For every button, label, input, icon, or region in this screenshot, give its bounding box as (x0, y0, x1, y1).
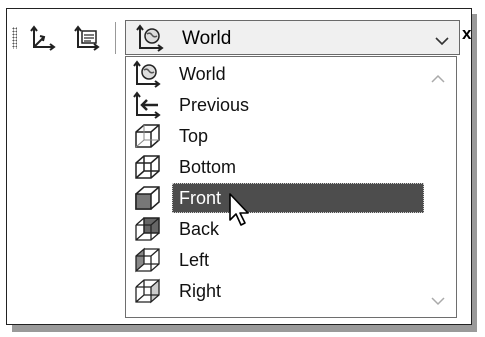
mouse-pointer-icon (226, 192, 256, 228)
ucs-toolbar: World x (6, 14, 471, 62)
right-view-icon (132, 277, 162, 305)
front-view-icon (132, 184, 162, 212)
item-label: Back (179, 219, 220, 239)
item-label: World (179, 64, 226, 84)
toolbar-separator (115, 22, 116, 54)
world-ucs-icon (132, 60, 162, 88)
list-item-left[interactable]: Left (126, 245, 426, 275)
ucs-dialog-icon[interactable] (72, 25, 100, 53)
previous-ucs-icon (132, 91, 162, 119)
list-item-right[interactable]: Right (126, 276, 426, 306)
chevron-down-icon[interactable] (435, 33, 449, 46)
left-view-icon (132, 246, 162, 274)
close-button[interactable]: x (462, 24, 471, 44)
list-item-world[interactable]: World (126, 59, 426, 89)
item-label: Bottom (179, 157, 237, 177)
named-ucs-combo[interactable]: World (125, 20, 460, 55)
item-label: Front (179, 188, 222, 208)
toolbar-grip-handle[interactable] (12, 27, 17, 49)
item-label: Top (179, 126, 209, 146)
top-view-icon (132, 122, 162, 150)
item-label: Previous (179, 95, 250, 115)
list-item-previous[interactable]: Previous (126, 90, 426, 120)
item-label: Right (179, 281, 222, 301)
combo-selected-value: World (182, 28, 232, 49)
list-item-front[interactable]: Front (126, 183, 426, 213)
scroll-up-arrow-icon[interactable] (431, 71, 445, 83)
item-label: Left (179, 250, 210, 270)
ucs-dropdown-list: World Previous Top Bottom Front Back Lef… (125, 56, 457, 318)
list-item-back[interactable]: Back (126, 214, 426, 244)
ucs-axes-icon[interactable] (28, 25, 56, 53)
scroll-down-arrow-icon[interactable] (431, 293, 445, 306)
world-ucs-icon (136, 24, 164, 52)
bottom-view-icon (132, 153, 162, 181)
list-item-bottom[interactable]: Bottom (126, 152, 426, 182)
back-view-icon (132, 215, 162, 243)
list-item-top[interactable]: Top (126, 121, 426, 151)
